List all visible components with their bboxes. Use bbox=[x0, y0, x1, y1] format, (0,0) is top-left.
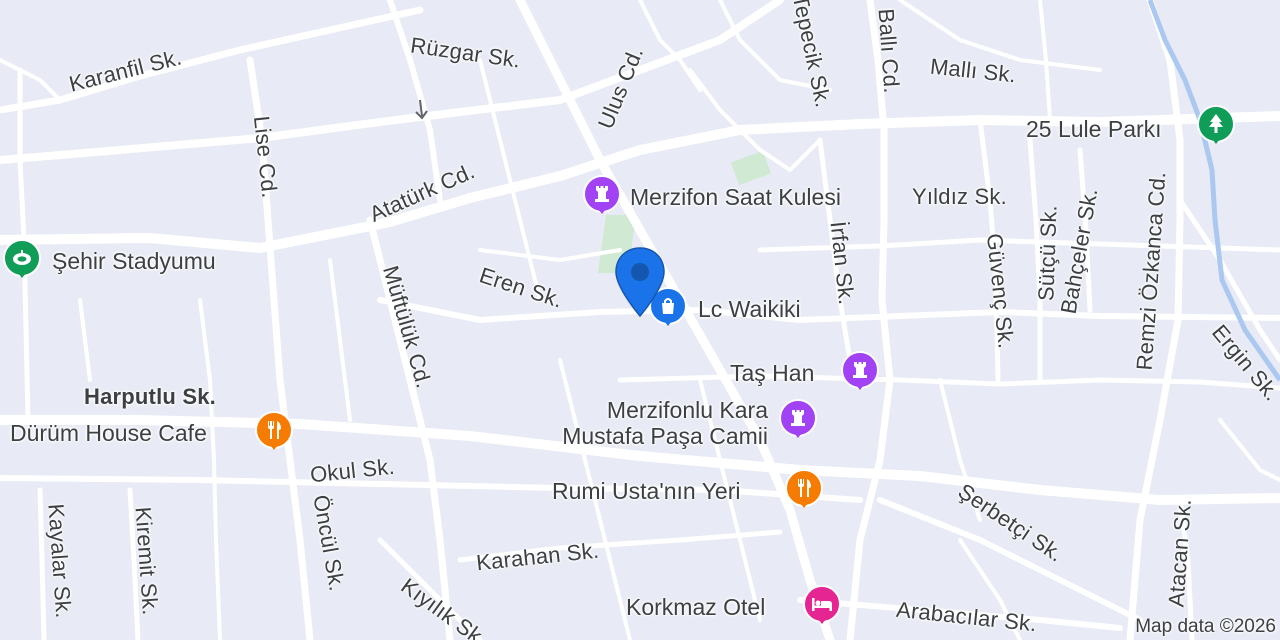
poi-pin-rumi-usta[interactable] bbox=[785, 469, 823, 508]
street-label-harputlu: Harputlu Sk. bbox=[84, 384, 216, 409]
poi-pin-lule-parki[interactable] bbox=[1197, 105, 1235, 144]
map-attribution: Map data ©2026 bbox=[1135, 616, 1276, 637]
poi-pin-stadyum[interactable] bbox=[3, 239, 41, 278]
poi-label-lule-parki[interactable]: 25 Lule Parkı bbox=[1026, 116, 1162, 142]
poi-label-korkmaz[interactable]: Korkmaz Otel bbox=[626, 594, 765, 620]
poi-label-kara-mustafa[interactable]: Merzifonlu Kara Mustafa Paşa Camii bbox=[516, 397, 768, 449]
poi-pin-tas-han[interactable] bbox=[841, 351, 879, 390]
poi-label-tas-han[interactable]: Taş Han bbox=[730, 360, 814, 386]
poi-pin-kara-mustafa[interactable] bbox=[779, 399, 817, 438]
poi-pin-korkmaz[interactable] bbox=[803, 585, 841, 624]
map-canvas[interactable]: Karanfil Sk. Rüzgar Sk. Ulus Cd. Tepecik… bbox=[0, 0, 1280, 640]
poi-pin-durum-house[interactable] bbox=[255, 411, 293, 450]
poi-label-stadyum[interactable]: Şehir Stadyumu bbox=[52, 248, 216, 274]
poi-label-kara-mustafa-line2: Mustafa Paşa Camii bbox=[562, 423, 768, 449]
street-label-sutcu: Sütçü Sk. bbox=[1033, 204, 1062, 302]
poi-label-saat-kulesi[interactable]: Merzifon Saat Kulesi bbox=[630, 184, 841, 210]
poi-label-rumi-usta[interactable]: Rumi Usta'nın Yeri bbox=[552, 478, 740, 504]
poi-label-durum-house[interactable]: Dürüm House Cafe bbox=[10, 420, 207, 446]
location-marker-icon[interactable] bbox=[614, 246, 666, 318]
road-network bbox=[0, 0, 1280, 640]
poi-label-kara-mustafa-line1: Merzifonlu Kara bbox=[606, 397, 768, 423]
street-label-yildiz: Yıldız Sk. bbox=[912, 184, 1007, 209]
poi-pin-saat-kulesi[interactable] bbox=[583, 175, 621, 214]
poi-label-lc-waikiki[interactable]: Lc Waikiki bbox=[698, 296, 801, 322]
